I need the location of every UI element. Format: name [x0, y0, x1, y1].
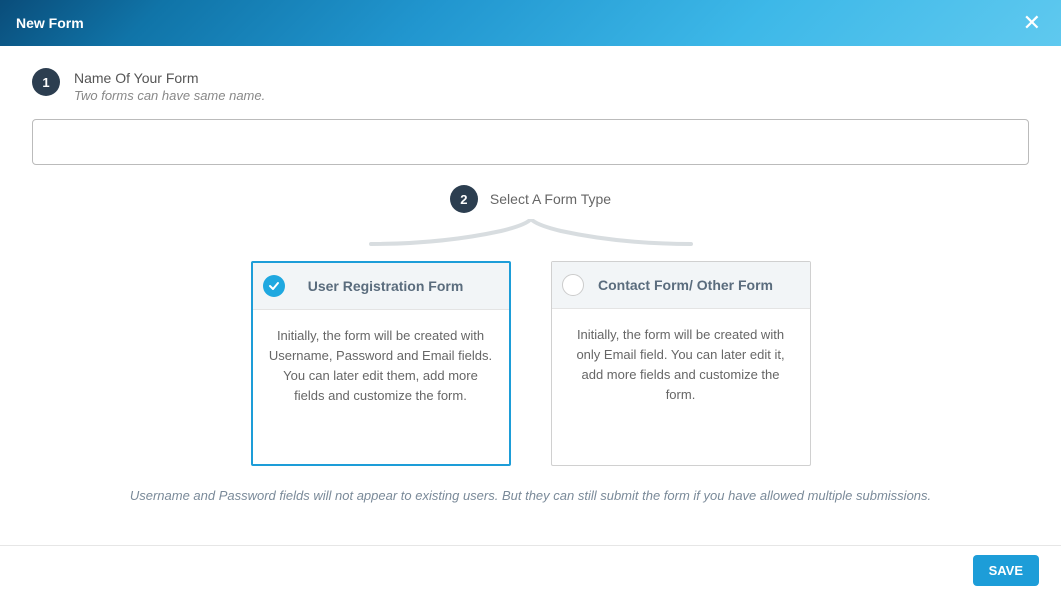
modal-footer: SAVE [0, 545, 1061, 595]
form-name-input[interactable] [32, 119, 1029, 165]
form-type-cards: User Registration Form Initially, the fo… [32, 261, 1029, 466]
card-user-registration[interactable]: User Registration Form Initially, the fo… [251, 261, 511, 466]
close-icon[interactable]: ✕ [1019, 8, 1045, 38]
card-contact-form[interactable]: Contact Form/ Other Form Initially, the … [551, 261, 811, 466]
modal-title: New Form [16, 15, 84, 31]
step1-text: Name Of Your Form Two forms can have sam… [74, 68, 265, 103]
step2-label: Select A Form Type [490, 191, 611, 207]
step1-label: Name Of Your Form [74, 70, 265, 86]
save-button[interactable]: SAVE [973, 555, 1039, 586]
card-title: User Registration Form [273, 278, 499, 294]
step2-badge: 2 [450, 185, 478, 213]
brace-decoration [32, 219, 1029, 249]
step1-row: 1 Name Of Your Form Two forms can have s… [32, 68, 1029, 103]
step1-hint: Two forms can have same name. [74, 88, 265, 103]
card-header: User Registration Form [253, 263, 509, 310]
card-description: Initially, the form will be created with… [253, 310, 509, 423]
card-description: Initially, the form will be created with… [552, 309, 810, 422]
step2-row: 2 Select A Form Type [32, 185, 1029, 213]
info-note: Username and Password fields will not ap… [32, 488, 1029, 503]
card-header: Contact Form/ Other Form [552, 262, 810, 309]
modal-content: 1 Name Of Your Form Two forms can have s… [0, 46, 1061, 525]
modal-header: New Form ✕ [0, 0, 1061, 46]
step1-badge: 1 [32, 68, 60, 96]
card-title: Contact Form/ Other Form [572, 277, 800, 293]
